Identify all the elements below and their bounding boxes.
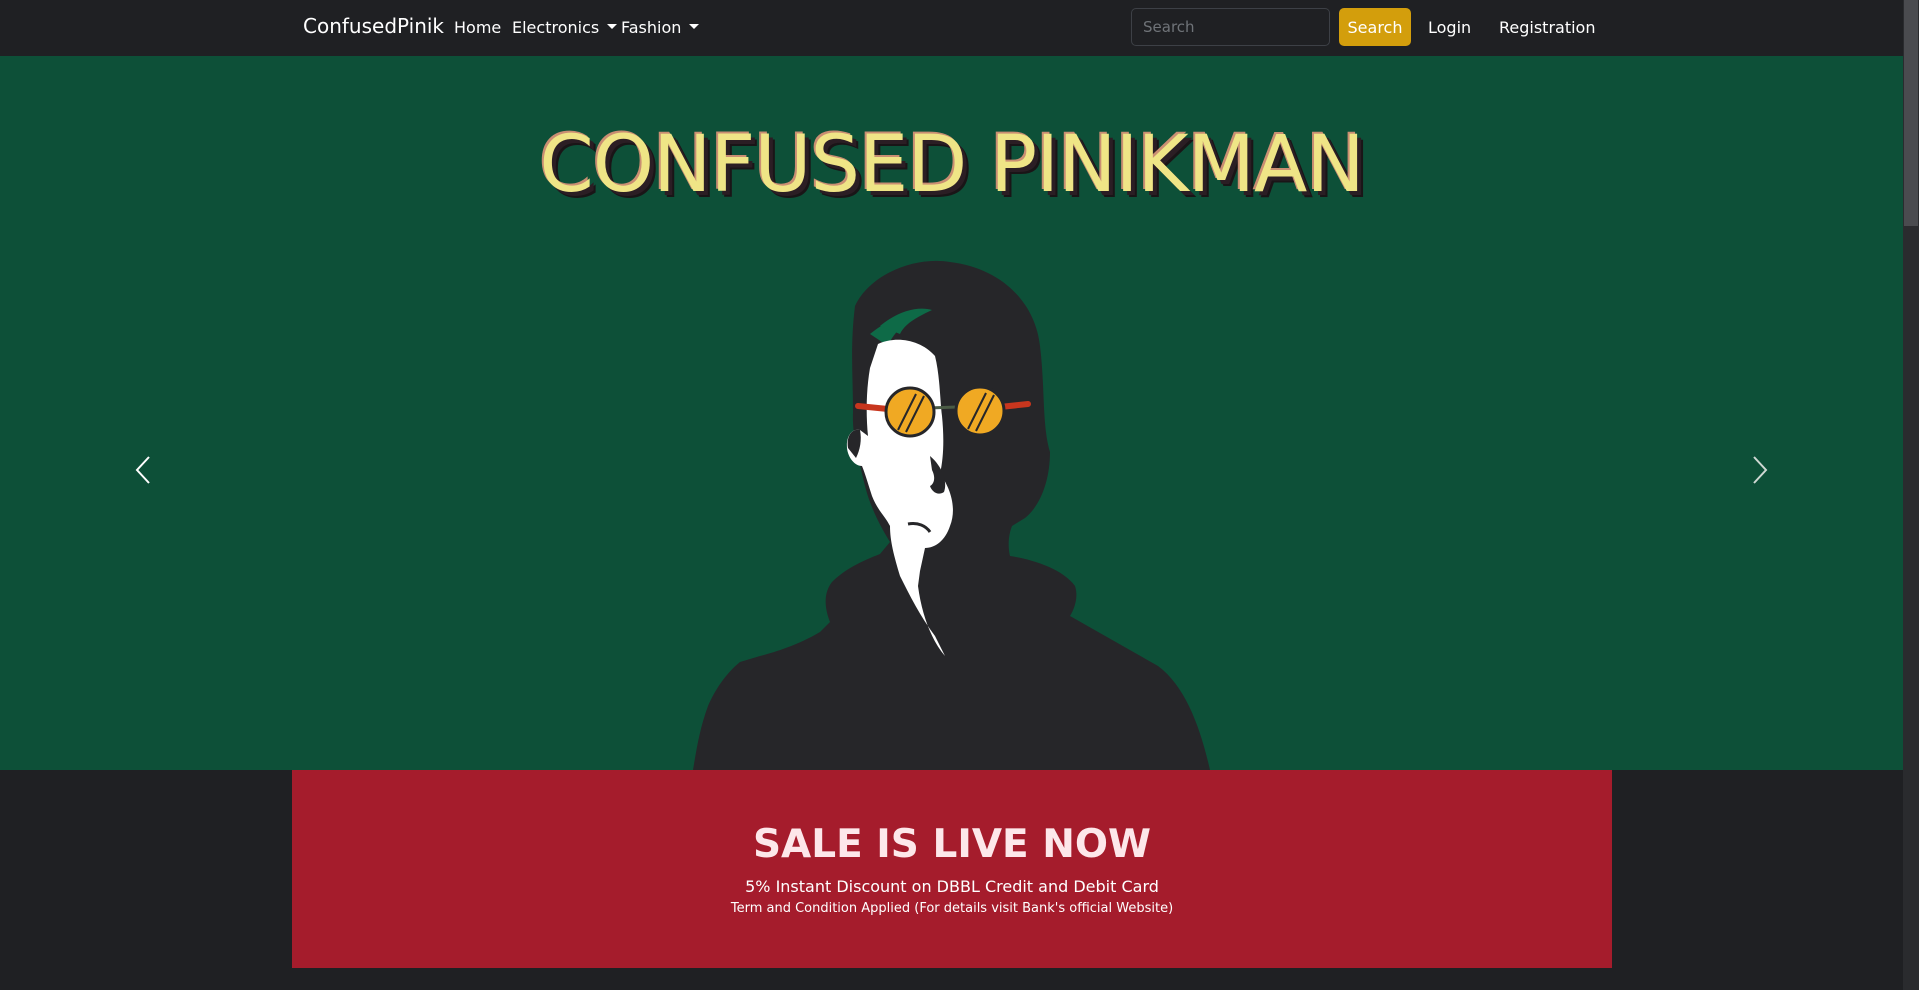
chevron-right-icon (1753, 456, 1768, 484)
sale-title: SALE IS LIVE NOW (752, 822, 1152, 867)
glasses-lens-right (954, 385, 1006, 437)
glasses-temple (855, 403, 891, 412)
sale-discount-text: 5% Instant Discount on DBBL Credit and D… (745, 877, 1159, 896)
sale-banner: SALE IS LIVE NOW 5% Instant Discount on … (292, 770, 1612, 968)
hero-carousel: CONFUSED PINIKMAN (0, 56, 1903, 770)
page-scrollbar[interactable] (1903, 0, 1919, 990)
nav-home[interactable]: Home (454, 18, 501, 37)
chevron-left-icon (135, 456, 150, 484)
navbar: ConfusedPinik Home Electronics Fashion S… (0, 0, 1903, 56)
nav-fashion-dropdown[interactable]: Fashion (621, 18, 700, 37)
sale-terms-text: Term and Condition Applied (For details … (730, 901, 1174, 916)
glasses-lens-left (884, 386, 936, 438)
caret-down-icon (689, 24, 700, 29)
carousel-next-button[interactable] (1740, 441, 1780, 499)
nav-fashion-label: Fashion (621, 18, 682, 37)
carousel-prev-button[interactable] (123, 441, 163, 499)
scrollbar-thumb[interactable] (1904, 0, 1918, 226)
hero-illustration (693, 260, 1210, 770)
nav-registration[interactable]: Registration (1499, 18, 1595, 37)
brand-logo[interactable]: ConfusedPinik (303, 14, 444, 38)
nav-login[interactable]: Login (1428, 18, 1471, 37)
caret-down-icon (607, 24, 618, 29)
nav-electronics-label: Electronics (512, 18, 600, 37)
search-input[interactable] (1131, 8, 1330, 46)
search-button[interactable]: Search (1339, 8, 1411, 46)
nav-electronics-dropdown[interactable]: Electronics (512, 18, 618, 37)
